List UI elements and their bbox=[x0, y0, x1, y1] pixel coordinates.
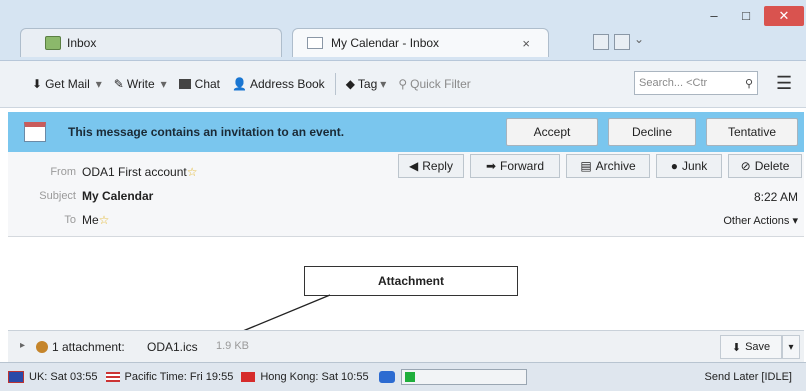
hongkong-flag-icon bbox=[241, 372, 256, 382]
attachment-filename[interactable]: ODA1.ics bbox=[147, 340, 198, 354]
attachment-bar: ▸ 1 attachment: ODA1.ics 1.9 KB ⬇ Save ▾ bbox=[8, 330, 804, 363]
pacific-time: Pacific Time: Fri 19:55 bbox=[124, 371, 234, 383]
attachment-count: 1 attachment: bbox=[52, 340, 125, 354]
save-button[interactable]: ⬇ Save bbox=[720, 335, 782, 359]
save-icon: ⬇ bbox=[731, 341, 742, 354]
status-bar: UK: Sat 03:55 Pacific Time: Fri 19:55 Ho… bbox=[0, 362, 806, 391]
expand-attachments-icon[interactable]: ▸ bbox=[20, 340, 25, 351]
save-label: Save bbox=[745, 341, 771, 353]
send-later-status: Send Later [IDLE] bbox=[704, 371, 792, 383]
paperclip-icon bbox=[36, 341, 48, 353]
attachment-size: 1.9 KB bbox=[216, 340, 250, 352]
uk-time: UK: Sat 03:55 bbox=[29, 371, 98, 383]
uk-flag-icon bbox=[8, 371, 24, 383]
progress-fill bbox=[404, 372, 415, 382]
progress-bar bbox=[400, 369, 527, 385]
us-flag-icon bbox=[105, 372, 120, 382]
hongkong-time: Hong Kong: Sat 10:55 bbox=[260, 371, 369, 383]
chat-status-icon[interactable] bbox=[378, 371, 395, 383]
save-dropdown-icon[interactable]: ▾ bbox=[782, 335, 800, 359]
